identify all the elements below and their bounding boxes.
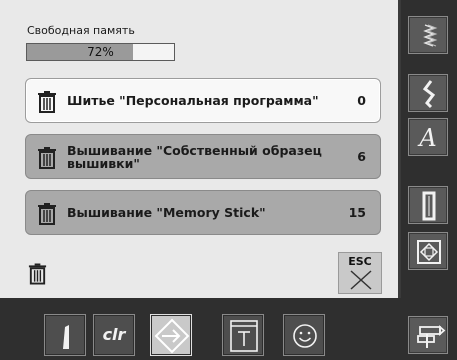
- clr-icon: clr: [102, 325, 126, 344]
- practical-stitch-button[interactable]: [408, 74, 448, 112]
- memory-item-personal-program[interactable]: Шитье "Персональная программа" 0: [25, 78, 381, 123]
- memory-item-label: Вышивание "Собственный образец вышивки": [67, 142, 322, 171]
- buttonhole-button[interactable]: [408, 186, 448, 224]
- tutorial-button[interactable]: [222, 314, 264, 356]
- memory-item-memory-stick[interactable]: Вышивание "Memory Stick" 15: [25, 190, 381, 235]
- setup-signpost-icon: [417, 325, 446, 348]
- memory-item-count: 6: [357, 149, 366, 164]
- screen: Свободная память 72% Шитье "Персональная…: [0, 0, 457, 360]
- setup-button[interactable]: [408, 316, 448, 354]
- memory-panel: Свободная память 72% Шитье "Персональная…: [0, 0, 401, 298]
- memory-item-own-embroidery[interactable]: Вышивание "Собственный образец вышивки" …: [25, 134, 381, 179]
- quilt-icon: [417, 240, 441, 264]
- smiley-icon: [293, 324, 317, 348]
- needle-position-icon: [63, 325, 69, 349]
- alphabet-icon: A: [419, 124, 437, 152]
- zigzag-stitch-button[interactable]: [408, 16, 448, 54]
- memory-item-count: 15: [348, 205, 366, 220]
- trash-icon: [38, 147, 56, 169]
- alphabet-button[interactable]: A: [408, 118, 448, 156]
- tutorial-icon: [230, 320, 258, 352]
- memory-button[interactable]: [150, 314, 192, 356]
- free-memory-bar: 72%: [26, 43, 175, 61]
- trash-icon: [38, 203, 56, 225]
- needle-position-button[interactable]: [44, 314, 86, 356]
- free-memory-label: Свободная память: [27, 24, 135, 37]
- memory-item-label: Шитье "Персональная программа": [67, 93, 319, 108]
- practical-stitch-icon: [422, 80, 436, 109]
- clr-button[interactable]: clr: [93, 314, 135, 356]
- free-memory-percent: 72%: [87, 45, 114, 59]
- esc-label: ESC: [348, 255, 372, 268]
- trash-icon: [38, 91, 56, 113]
- quilt-button[interactable]: [408, 232, 448, 270]
- memory-icon: [154, 318, 190, 354]
- esc-button[interactable]: ESC: [338, 252, 382, 294]
- memory-item-label: Вышивание "Memory Stick": [67, 205, 266, 220]
- creative-consultant-button[interactable]: [283, 314, 325, 356]
- trash-icon[interactable]: [27, 262, 48, 286]
- memory-item-count: 0: [357, 93, 366, 108]
- buttonhole-icon: [422, 191, 436, 221]
- zigzag-stitch-icon: [423, 24, 438, 47]
- close-icon: [350, 270, 372, 290]
